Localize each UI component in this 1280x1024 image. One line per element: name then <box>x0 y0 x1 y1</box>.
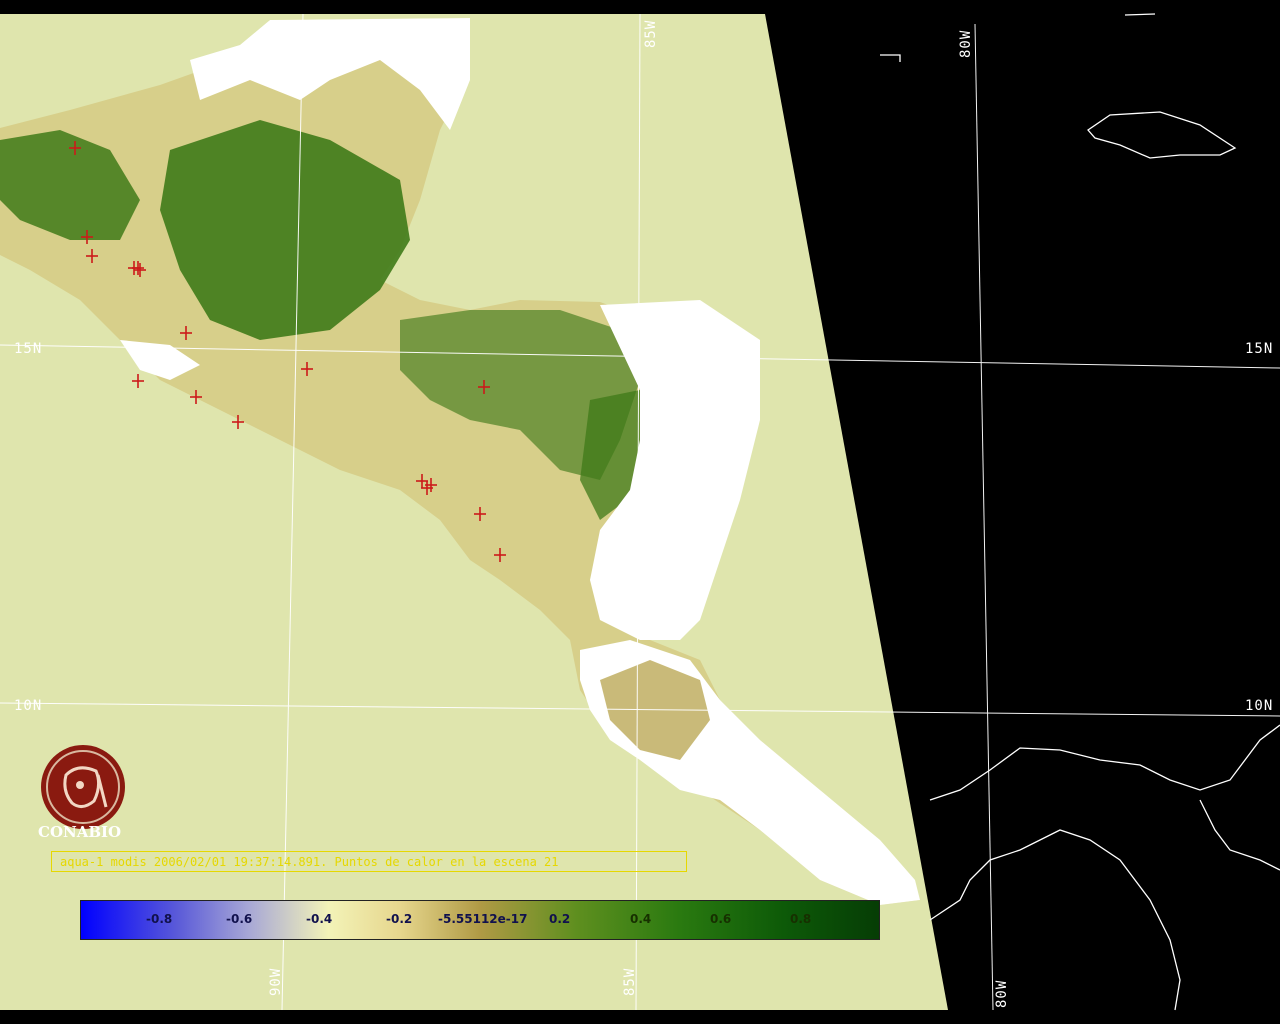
lon-label-80w-top: 80W <box>958 29 974 58</box>
lat-label-10n-right: 10N <box>1245 698 1274 714</box>
legend-tick: 0.8 <box>790 912 812 926</box>
lon-label-85w-top: 85W <box>643 19 659 48</box>
legend-tick: 0.6 <box>710 912 732 926</box>
scene-caption: aqua-1 modis 2006/02/01 19:37:14.891. Pu… <box>51 851 687 872</box>
lat-label-15n-right: 15N <box>1245 341 1274 357</box>
lon-label-85w-bottom: 85W <box>622 967 638 996</box>
legend-tick: -0.8 <box>146 912 173 926</box>
legend-tick: -0.4 <box>306 912 333 926</box>
legend-tick: 0.2 <box>549 912 571 926</box>
lon-label-80w-bottom: 80W <box>994 979 1010 1008</box>
legend-tick: -0.2 <box>386 912 413 926</box>
conabio-logo-text: CONABIO <box>38 823 122 841</box>
legend-tick: -5.55112e-17 <box>438 912 528 926</box>
lon-label-90w-bottom: 90W <box>268 967 284 996</box>
legend-tick: -0.6 <box>226 912 253 926</box>
lat-label-10n-left: 10N <box>14 698 43 714</box>
lat-label-15n-left: 15N <box>14 341 43 357</box>
legend-tick: 0.4 <box>630 912 652 926</box>
